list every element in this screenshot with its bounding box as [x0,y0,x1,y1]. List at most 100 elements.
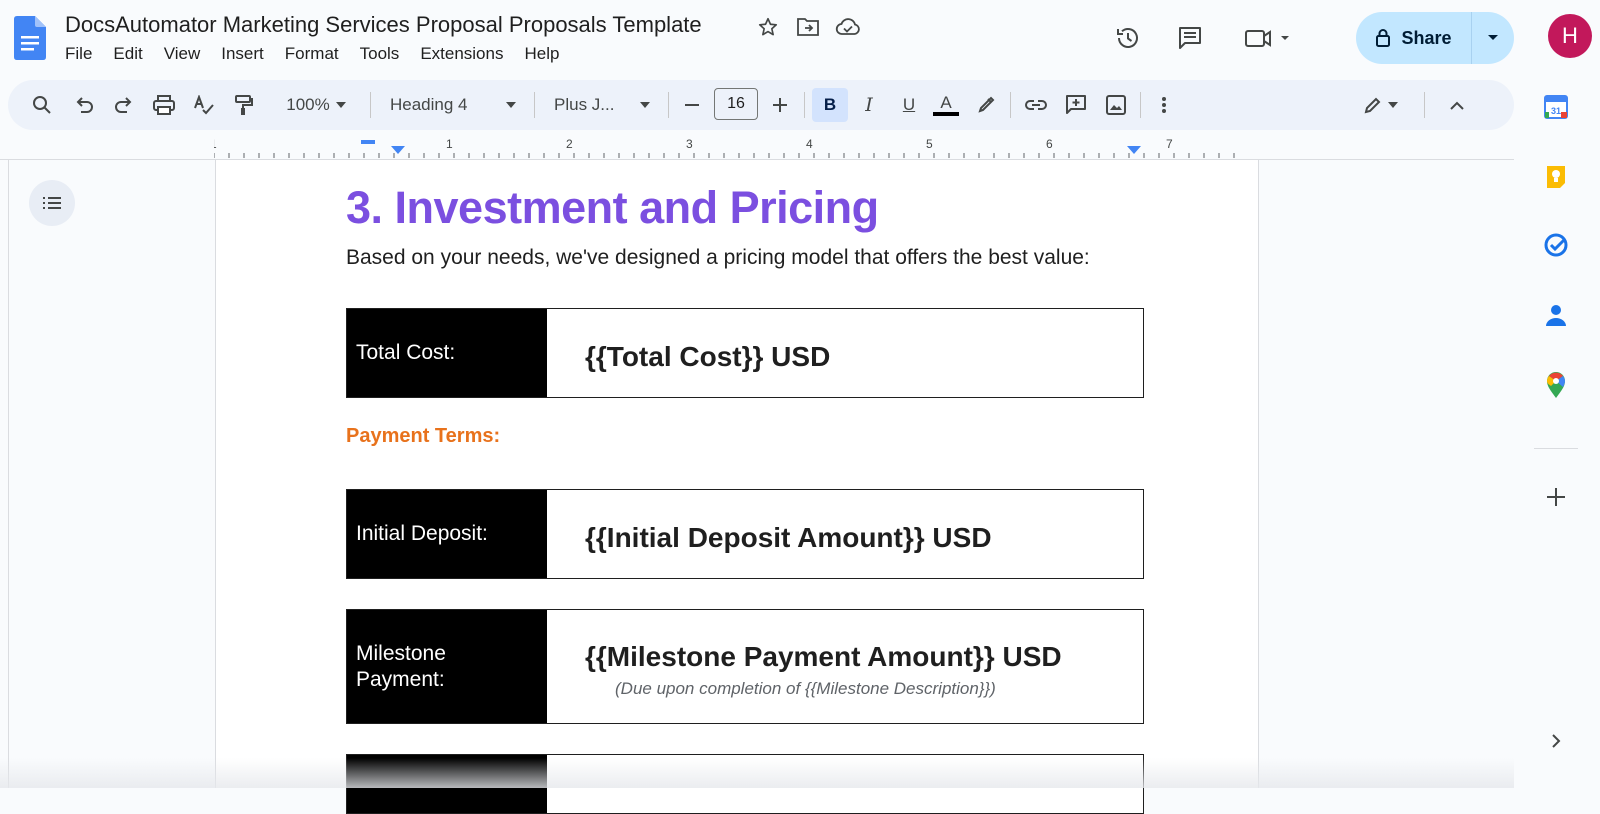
svg-text:31: 31 [1551,106,1561,116]
document-canvas: 3. Investment and Pricing Based on your … [8,160,1514,814]
initial-deposit-value: {{Initial Deposit Amount}} USD [585,522,992,553]
list-icon [43,197,61,209]
tasks-icon[interactable] [1541,230,1571,260]
pencil-icon [1364,97,1381,114]
chevron-down-icon [1488,35,1498,40]
total-cost-value: {{Total Cost}} USD [585,341,831,372]
menu-insert[interactable]: Insert [221,44,273,64]
text-color-label: A [940,93,952,112]
ruler-number: 7 [1166,137,1173,151]
plus-icon [773,98,787,112]
paragraph-style-dropdown[interactable]: Heading 4 [384,88,522,122]
ruler-number: 4 [806,137,813,151]
ruler-number: 6 [1046,137,1053,151]
cloud-saved-icon[interactable] [835,14,861,40]
add-icon[interactable] [1541,482,1571,512]
document-page[interactable]: 3. Investment and Pricing Based on your … [215,160,1259,814]
side-panel: 31 [1514,78,1600,788]
add-comment-icon[interactable] [1060,88,1092,122]
menu-help[interactable]: Help [524,44,568,64]
font-family-value: Plus J... [554,95,615,114]
chevron-down-icon [640,102,650,108]
contacts-icon[interactable] [1541,300,1571,330]
print-icon[interactable] [148,88,180,122]
move-folder-icon[interactable] [795,14,821,40]
menu-file[interactable]: File [65,44,101,64]
menu-bar: File Edit View Insert Format Tools Exten… [65,44,580,64]
paragraph-style-value: Heading 4 [390,95,468,114]
milestone-label-line2: Payment: [356,667,445,691]
calendar-icon[interactable]: 31 [1541,92,1571,122]
increase-font-size-button[interactable] [764,88,796,122]
highlight-color-icon[interactable] [970,88,1002,122]
italic-button[interactable]: I [852,88,886,122]
section-heading[interactable]: 3. Investment and Pricing [346,182,879,234]
search-menus-icon[interactable] [26,88,58,122]
font-size-input[interactable]: 16 [714,88,758,120]
comments-icon[interactable] [1172,20,1208,56]
bold-button[interactable]: B [812,88,848,122]
menu-extensions[interactable]: Extensions [420,44,512,64]
ruler-number: 2 [566,137,573,151]
more-options-icon[interactable] [1148,88,1180,122]
right-indent-marker[interactable] [1127,146,1141,154]
bottom-fade [0,758,1514,788]
insert-link-icon[interactable] [1020,88,1052,122]
menu-tools[interactable]: Tools [360,44,409,64]
document-outline-button[interactable] [29,180,75,226]
title-bar: DocsAutomator Marketing Services Proposa… [0,0,1600,78]
document-title[interactable]: DocsAutomator Marketing Services Proposa… [65,12,702,38]
expand-icon[interactable] [1541,726,1571,756]
text-color-swatch [933,112,959,116]
lock-icon [1376,29,1391,47]
first-line-indent-marker[interactable] [361,140,375,144]
chevron-down-icon [1388,102,1398,108]
undo-icon[interactable] [68,88,100,122]
underline-button[interactable]: U [892,88,926,122]
paint-format-icon[interactable] [228,88,260,122]
version-history-icon[interactable] [1110,20,1146,56]
initial-deposit-table[interactable]: Initial Deposit: {{Initial Deposit Amoun… [346,489,1144,579]
share-label: Share [1401,27,1452,48]
total-cost-label: Total Cost: [347,309,547,397]
hide-menus-icon[interactable] [1440,88,1474,122]
zoom-value: 100% [286,95,330,114]
horizontal-ruler[interactable]: 1 1 2 3 4 5 6 7 [0,134,1514,160]
chevron-down-icon [335,102,346,108]
insert-image-icon[interactable] [1100,88,1132,122]
decrease-font-size-button[interactable] [676,88,708,122]
menu-edit[interactable]: Edit [113,44,151,64]
font-family-dropdown[interactable]: Plus J... [548,88,656,122]
text-color-button[interactable]: A [930,88,962,122]
share-dropdown-button[interactable] [1472,12,1514,64]
meet-icon[interactable] [1240,20,1296,56]
ruler-number: 1 [214,137,217,151]
menu-view[interactable]: View [164,44,210,64]
star-icon[interactable] [755,14,781,40]
chevron-down-icon [506,102,516,108]
editing-mode-dropdown[interactable] [1352,88,1410,122]
spellcheck-icon[interactable] [188,88,220,122]
milestone-label: Milestone Payment: [347,610,547,723]
share-button[interactable]: Share [1356,12,1514,64]
intro-paragraph[interactable]: Based on your needs, we've designed a pr… [346,246,1090,270]
side-panel-divider [1534,448,1578,449]
ruler-number: 3 [686,137,693,151]
zoom-dropdown[interactable]: 100% [274,88,358,122]
milestone-label-line1: Milestone [356,641,446,665]
maps-icon[interactable] [1541,370,1571,400]
formatting-toolbar: 100% Heading 4 Plus J... 16 B I U A [8,80,1514,130]
left-indent-marker[interactable] [391,146,405,154]
total-cost-table[interactable]: Total Cost: {{Total Cost}} USD [346,308,1144,398]
docs-logo-icon[interactable] [14,16,46,60]
menu-format[interactable]: Format [285,44,348,64]
initial-deposit-label: Initial Deposit: [347,490,547,578]
redo-icon[interactable] [108,88,140,122]
ruler-number: 1 [446,137,453,151]
milestone-note: (Due upon completion of {{Milestone Desc… [615,678,996,698]
keep-icon[interactable] [1541,162,1571,192]
milestone-value: {{Milestone Payment Amount}} USD [585,640,1062,672]
payment-terms-heading[interactable]: Payment Terms: [346,425,500,448]
milestone-payment-table[interactable]: Milestone Payment: {{Milestone Payment A… [346,609,1144,724]
avatar[interactable]: H [1548,14,1592,58]
